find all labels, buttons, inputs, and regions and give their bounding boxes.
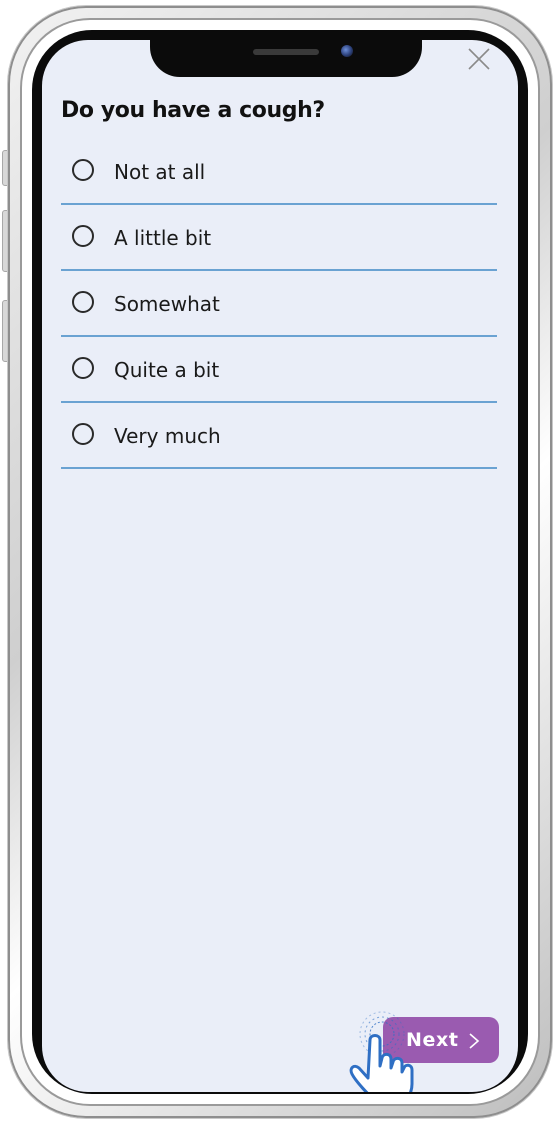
notch	[150, 40, 422, 77]
speaker-grille	[253, 49, 319, 55]
radio-icon[interactable]	[72, 225, 94, 247]
option-label: Very much	[114, 424, 221, 448]
radio-icon[interactable]	[72, 159, 94, 181]
close-button[interactable]	[466, 46, 492, 72]
option-a-little-bit[interactable]: A little bit	[61, 205, 497, 271]
option-label: A little bit	[114, 226, 212, 250]
close-icon	[468, 48, 490, 70]
option-somewhat[interactable]: Somewhat	[61, 271, 497, 337]
option-not-at-all[interactable]: Not at all	[61, 139, 497, 205]
chevron-right-icon	[469, 1033, 480, 1049]
radio-icon[interactable]	[72, 423, 94, 445]
radio-icon[interactable]	[72, 291, 94, 313]
front-camera-icon	[341, 45, 353, 57]
option-very-much[interactable]: Very much	[61, 403, 497, 469]
tap-hand-icon	[349, 1011, 414, 1092]
option-label: Somewhat	[114, 292, 220, 316]
radio-icon[interactable]	[72, 357, 94, 379]
phone-screen: Do you have a cough? Not at all A little…	[42, 40, 518, 1092]
option-label: Not at all	[114, 160, 206, 184]
option-quite-a-bit[interactable]: Quite a bit	[61, 337, 497, 403]
question-title: Do you have a cough?	[61, 98, 325, 123]
option-label: Quite a bit	[114, 358, 220, 382]
phone-mockup: Do you have a cough? Not at all A little…	[0, 0, 560, 1124]
answer-options: Not at all A little bit Somewhat Quite a…	[61, 139, 497, 469]
